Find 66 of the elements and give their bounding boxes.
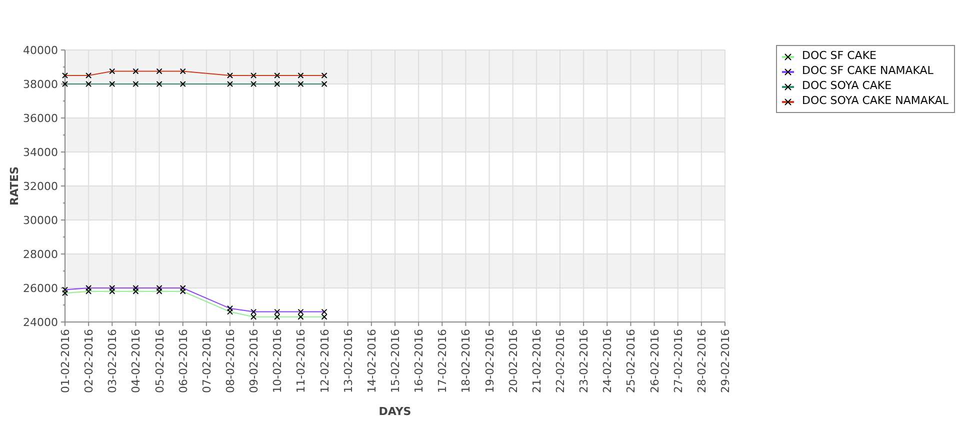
legend-label: DOC SF CAKE — [802, 48, 876, 64]
x-tick-label: 06-02-2016 — [176, 329, 190, 393]
y-tick-label: 38000 — [23, 78, 58, 91]
point-marker — [180, 68, 186, 74]
x-tick-label: 26-02-2016 — [648, 329, 662, 393]
x-tick-label: 09-02-2016 — [248, 329, 261, 393]
point-marker — [156, 68, 162, 74]
x-tick-label: 18-02-2016 — [460, 329, 473, 393]
y-tick-label: 28000 — [23, 248, 58, 261]
y-tick-label: 32000 — [23, 180, 58, 193]
x-tick-label: 27-02-2016 — [672, 329, 685, 393]
point-marker — [250, 81, 257, 87]
legend-label: DOC SF CAKE NAMAKAL — [802, 63, 934, 80]
x-tick-label: 16-02-2016 — [412, 329, 426, 393]
point-marker — [180, 81, 186, 87]
legend-label: DOC SOYA CAKE NAMAKAL — [802, 93, 949, 110]
x-tick-label: 17-02-2016 — [436, 329, 450, 393]
point-marker — [321, 81, 328, 87]
point-marker — [298, 81, 304, 87]
x-tick-label: 05-02-2016 — [153, 329, 166, 393]
point-marker — [298, 72, 304, 78]
x-tick-label: 29-02-2016 — [719, 329, 732, 393]
x-tick-label: 02-02-2016 — [82, 329, 96, 393]
x-tick-label: 11-02-2016 — [294, 329, 308, 393]
x-tick-label: 20-02-2016 — [506, 329, 520, 393]
legend-label: DOC SOYA CAKE — [802, 78, 892, 94]
point-marker — [109, 81, 116, 87]
x-tick-label: 19-02-2016 — [483, 329, 496, 393]
y-tick-label: 30000 — [23, 214, 58, 227]
point-marker — [156, 81, 162, 87]
y-tick-label: 40000 — [23, 44, 58, 57]
point-marker — [274, 81, 280, 87]
x-tick-label: 08-02-2016 — [224, 329, 237, 393]
x-tick-label: 07-02-2016 — [200, 329, 214, 393]
x-tick-label: 28-02-2016 — [695, 329, 708, 393]
point-marker — [274, 72, 280, 78]
y-tick-label: 24000 — [23, 316, 58, 329]
point-marker — [132, 68, 139, 74]
y-tick-label: 34000 — [23, 146, 58, 159]
x-tick-label: 10-02-2016 — [271, 329, 284, 393]
x-tick-label: 03-02-2016 — [106, 329, 120, 393]
x-tick-label: 01-02-2016 — [59, 329, 72, 393]
y-tick-label: 26000 — [23, 282, 58, 295]
point-marker — [109, 68, 116, 74]
x-tick-label: 12-02-2016 — [318, 329, 332, 393]
point-marker — [321, 72, 328, 78]
point-marker — [86, 72, 92, 78]
point-marker — [227, 81, 233, 87]
point-marker — [227, 72, 233, 78]
x-tick-label: 15-02-2016 — [389, 329, 402, 393]
x-tick-label: 24-02-2016 — [601, 329, 614, 393]
y-axis-title: RATES — [8, 166, 21, 206]
x-tick-label: 23-02-2016 — [578, 329, 591, 393]
y-tick-label: 36000 — [23, 112, 58, 125]
point-marker — [132, 81, 139, 87]
point-marker — [250, 72, 257, 78]
x-tick-label: 22-02-2016 — [554, 329, 567, 393]
point-marker — [86, 81, 92, 87]
x-tick-label: 14-02-2016 — [365, 329, 378, 393]
x-tick-label: 25-02-2016 — [624, 329, 638, 393]
point-marker — [62, 72, 68, 78]
x-axis-title: DAYS — [378, 405, 412, 418]
x-tick-label: 13-02-2016 — [342, 329, 355, 393]
x-tick-label: 21-02-2016 — [530, 329, 544, 393]
x-tick-label: 04-02-2016 — [130, 329, 143, 393]
point-marker — [62, 81, 68, 87]
